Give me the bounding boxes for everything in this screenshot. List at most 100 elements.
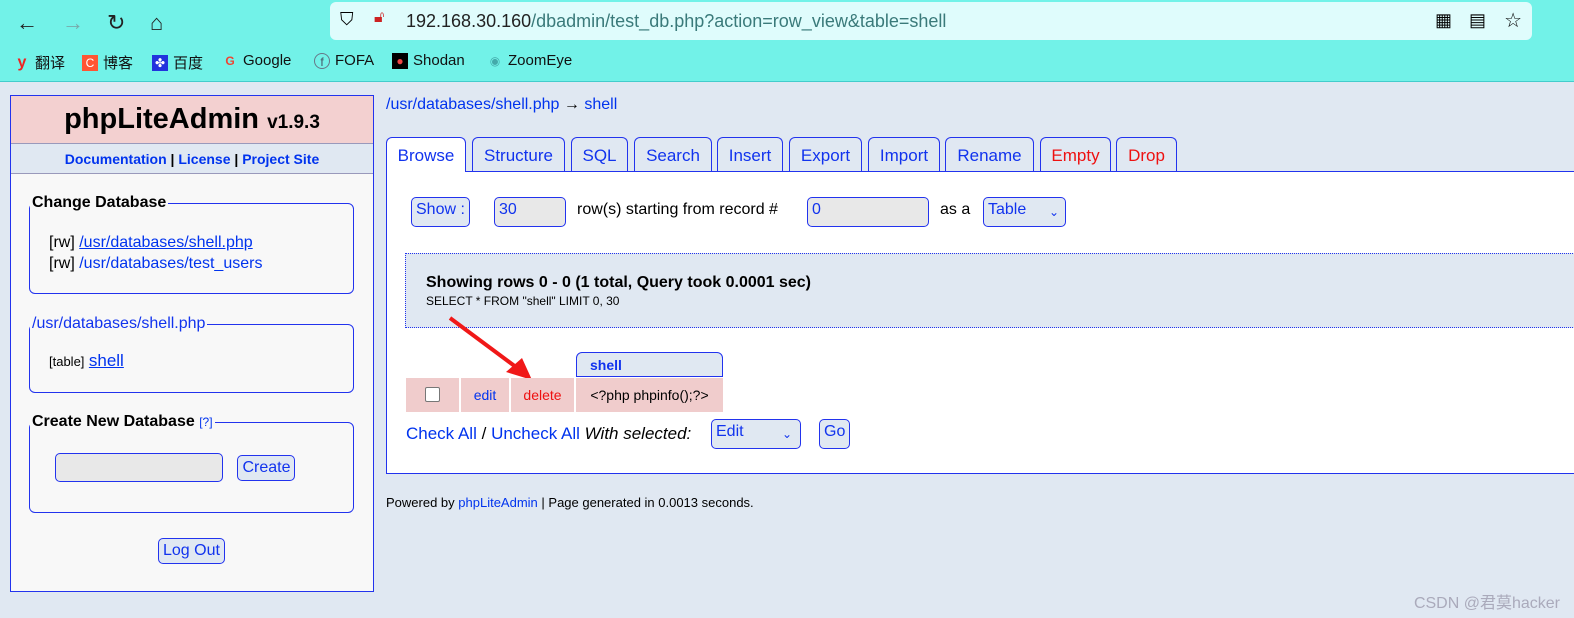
delete-cell: delete <box>511 378 574 412</box>
google-icon: G <box>225 53 235 68</box>
address-bar[interactable]: ⛉ 🔓︎ 192.168.30.160/dbadmin/test_db.php?… <box>330 2 1532 40</box>
new-database-input[interactable] <box>55 453 223 482</box>
view-value: Table <box>988 201 1027 218</box>
bookmark-shodan[interactable]: ● Shodan <box>392 52 465 69</box>
bulk-action-select[interactable]: Edit ⌄ <box>711 419 801 449</box>
bookmark-fanyi[interactable]: y 翻译 <box>14 52 65 73</box>
tab-export[interactable]: Export <box>789 137 862 171</box>
bookmark-label: Google <box>243 52 292 69</box>
project-site-link[interactable]: Project Site <box>242 151 319 167</box>
sql-query: SELECT * FROM "shell" LIMIT 0, 30 <box>426 294 620 308</box>
view-select[interactable]: Table ⌄ <box>983 197 1066 227</box>
separator: | <box>170 151 175 167</box>
tab-structure[interactable]: Structure <box>472 137 565 171</box>
database-link[interactable]: /usr/databases/test_users <box>79 255 262 272</box>
delete-row-link[interactable]: delete <box>523 387 561 403</box>
bookmark-label: FOFA <box>335 52 375 69</box>
db-mode: [rw] <box>49 255 75 272</box>
rows-summary: Showing rows 0 - 0 (1 total, Query took … <box>426 274 811 291</box>
breadcrumb-table[interactable]: shell <box>584 96 617 113</box>
browser-toolbar: ← → ↻ ⌂ ⛉ 🔓︎ 192.168.30.160/dbadmin/test… <box>0 0 1574 82</box>
footer-text: Powered by <box>386 495 455 510</box>
footer-text: | Page generated in 0.0013 seconds. <box>541 495 754 510</box>
edit-row-link[interactable]: edit <box>474 387 497 403</box>
star-icon[interactable]: ☆ <box>1504 8 1522 33</box>
bulk-action-value: Edit <box>716 423 744 440</box>
edit-cell: edit <box>461 378 509 412</box>
separator: | <box>234 151 239 167</box>
breadcrumb-database[interactable]: /usr/databases/shell.php <box>386 96 559 113</box>
current-database-legend[interactable]: /usr/databases/shell.php <box>30 315 207 333</box>
reader-icon[interactable]: ▤ <box>1469 10 1486 31</box>
tab-browse[interactable]: Browse <box>386 137 466 172</box>
license-link[interactable]: License <box>178 151 230 167</box>
column-header-shell[interactable]: shell <box>576 352 723 377</box>
tab-sql[interactable]: SQL <box>571 137 628 171</box>
app-version: v1.9.3 <box>267 112 320 133</box>
qr-icon[interactable]: ▦ <box>1435 10 1452 31</box>
change-database-legend: Change Database <box>32 194 167 211</box>
create-database-legend: Create New Database <box>32 413 195 430</box>
insecure-lock-icon[interactable]: 🔓︎ <box>374 9 384 27</box>
tab-drop[interactable]: Drop <box>1116 137 1177 171</box>
annotation-arrow <box>448 316 532 380</box>
bookmark-label: 博客 <box>103 55 134 72</box>
object-type: [table] <box>49 354 85 369</box>
url-host: 192.168.30.160 <box>406 11 532 31</box>
bookmark-label: 翻译 <box>35 55 66 72</box>
database-link[interactable]: /usr/databases/shell.php <box>79 234 252 251</box>
table-link[interactable]: shell <box>89 351 124 370</box>
breadcrumb-arrow: → <box>563 96 580 113</box>
db-mode: [rw] <box>49 234 75 251</box>
documentation-link[interactable]: Documentation <box>65 151 167 167</box>
footer: Powered by phpLiteAdmin | Page generated… <box>386 495 754 510</box>
back-icon[interactable]: ← <box>16 10 38 36</box>
bulk-actions: Check All / Uncheck All With selected: <box>406 424 691 444</box>
bookmark-label: Shodan <box>413 52 465 69</box>
youdao-icon: y <box>17 53 27 71</box>
csdn-icon: C <box>82 54 98 71</box>
sidebar: phpLiteAdmin v1.9.3 Documentation | Lice… <box>10 95 374 592</box>
bookmark-label: 百度 <box>173 55 204 72</box>
uncheck-all-link[interactable]: Uncheck All <box>491 424 580 443</box>
current-database-panel: /usr/databases/shell.php [table] shell <box>29 315 354 393</box>
start-record-input[interactable]: 0 <box>807 197 929 227</box>
reload-icon[interactable]: ↻ <box>107 10 125 36</box>
create-database-panel: Create New Database [?] Create <box>29 413 354 513</box>
bookmark-google[interactable]: G Google <box>222 52 291 69</box>
query-info: Showing rows 0 - 0 (1 total, Query took … <box>405 253 1574 328</box>
show-button[interactable]: Show : <box>411 197 470 227</box>
as-a-label: as a <box>940 201 971 218</box>
help-link[interactable]: [?] <box>199 415 212 429</box>
with-selected-label: With selected: <box>584 424 692 443</box>
fofa-icon: f <box>314 52 330 69</box>
logout-button[interactable]: Log Out <box>158 538 225 564</box>
check-all-link[interactable]: Check All <box>406 424 477 443</box>
chevron-down-icon: ⌄ <box>1048 205 1059 219</box>
tab-rename[interactable]: Rename <box>945 137 1034 171</box>
create-button[interactable]: Create <box>237 454 296 481</box>
separator: / <box>481 424 487 443</box>
forward-icon[interactable]: → <box>62 10 84 36</box>
row-checkbox[interactable] <box>425 387 440 402</box>
tab-import[interactable]: Import <box>868 137 940 171</box>
home-icon[interactable]: ⌂ <box>150 10 163 36</box>
bookmark-label: ZoomEye <box>508 52 573 69</box>
chevron-down-icon: ⌄ <box>781 427 792 441</box>
bookmark-blog[interactable]: C 博客 <box>82 52 133 73</box>
bookmark-zoomeye[interactable]: ◉ ZoomEye <box>487 52 572 69</box>
go-button[interactable]: Go <box>819 419 851 449</box>
tab-empty[interactable]: Empty <box>1040 137 1111 171</box>
bookmark-fofa[interactable]: f FOFA <box>314 52 374 69</box>
zoomeye-icon: ◉ <box>489 53 501 68</box>
row-checkbox-cell <box>406 378 459 412</box>
bookmark-baidu[interactable]: ✤ 百度 <box>152 52 203 73</box>
breadcrumb: /usr/databases/shell.php → shell <box>386 96 617 114</box>
phpliteadmin-link[interactable]: phpLiteAdmin <box>458 495 538 510</box>
shodan-icon: ● <box>392 52 408 69</box>
rows-input[interactable]: 30 <box>494 197 566 227</box>
sidebar-links: Documentation | License | Project Site <box>11 144 373 174</box>
tab-search[interactable]: Search <box>634 137 712 171</box>
tab-insert[interactable]: Insert <box>717 137 783 171</box>
rows-label: row(s) starting from record # <box>577 201 778 218</box>
